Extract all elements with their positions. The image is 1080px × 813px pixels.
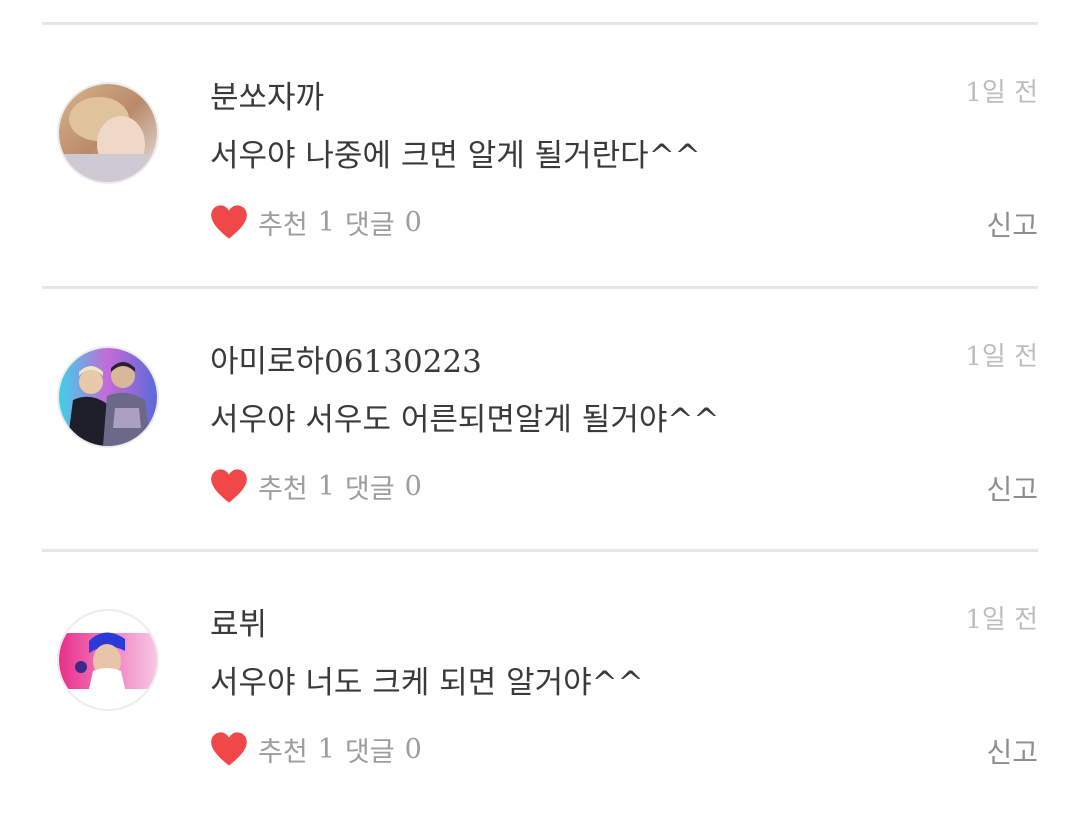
reply-count: 0 <box>404 206 422 238</box>
user-avatar[interactable] <box>57 82 159 184</box>
comment-actions: 추천 1 댓글 0 <box>210 729 432 769</box>
username[interactable]: 아미로하06130223 <box>210 336 482 381</box>
user-avatar[interactable] <box>57 346 159 448</box>
recommend-label[interactable]: 추천 <box>258 203 308 242</box>
recommend-label[interactable]: 추천 <box>258 467 308 506</box>
timestamp: 1일 전 <box>965 342 1038 372</box>
reply-label[interactable]: 댓글 <box>345 203 395 242</box>
username[interactable]: 료뷔 <box>210 599 267 644</box>
recommend-count: 1 <box>317 206 335 238</box>
recommend-count: 1 <box>317 470 335 502</box>
report-button[interactable]: 신고 <box>986 204 1038 244</box>
reply-label[interactable]: 댓글 <box>345 467 395 506</box>
comment-item: 아미로하06130223 1일 전 서우야 서우도 어른되면알게 될거야^^ 추… <box>0 288 1080 550</box>
report-button[interactable]: 신고 <box>986 468 1038 508</box>
comment-actions: 추천 1 댓글 0 <box>210 202 432 242</box>
comment-actions: 추천 1 댓글 0 <box>210 466 432 506</box>
reply-count: 0 <box>404 470 422 502</box>
recommend-count: 1 <box>317 733 335 765</box>
recommend-label[interactable]: 추천 <box>258 730 308 769</box>
comment-text: 서우야 나중에 크면 알게 될거란다^^ <box>210 138 701 174</box>
reply-label[interactable]: 댓글 <box>345 730 395 769</box>
comment-item: 분쏘자까 1일 전 서우야 나중에 크면 알게 될거란다^^ 추천 1 댓글 0… <box>0 24 1080 286</box>
heart-icon[interactable] <box>210 731 248 767</box>
comment-item: 료뷔 1일 전 서우야 너도 크케 되면 알거야^^ 추천 1 댓글 0 신고 <box>0 551 1080 813</box>
comment-text: 서우야 너도 크케 되면 알거야^^ <box>210 665 644 701</box>
timestamp: 1일 전 <box>965 605 1038 635</box>
timestamp: 1일 전 <box>965 78 1038 108</box>
heart-icon[interactable] <box>210 204 248 240</box>
user-avatar[interactable] <box>57 609 159 711</box>
username[interactable]: 분쏘자까 <box>210 72 324 117</box>
comment-text: 서우야 서우도 어른되면알게 될거야^^ <box>210 402 720 438</box>
report-button[interactable]: 신고 <box>986 731 1038 771</box>
heart-icon[interactable] <box>210 468 248 504</box>
reply-count: 0 <box>404 733 422 765</box>
